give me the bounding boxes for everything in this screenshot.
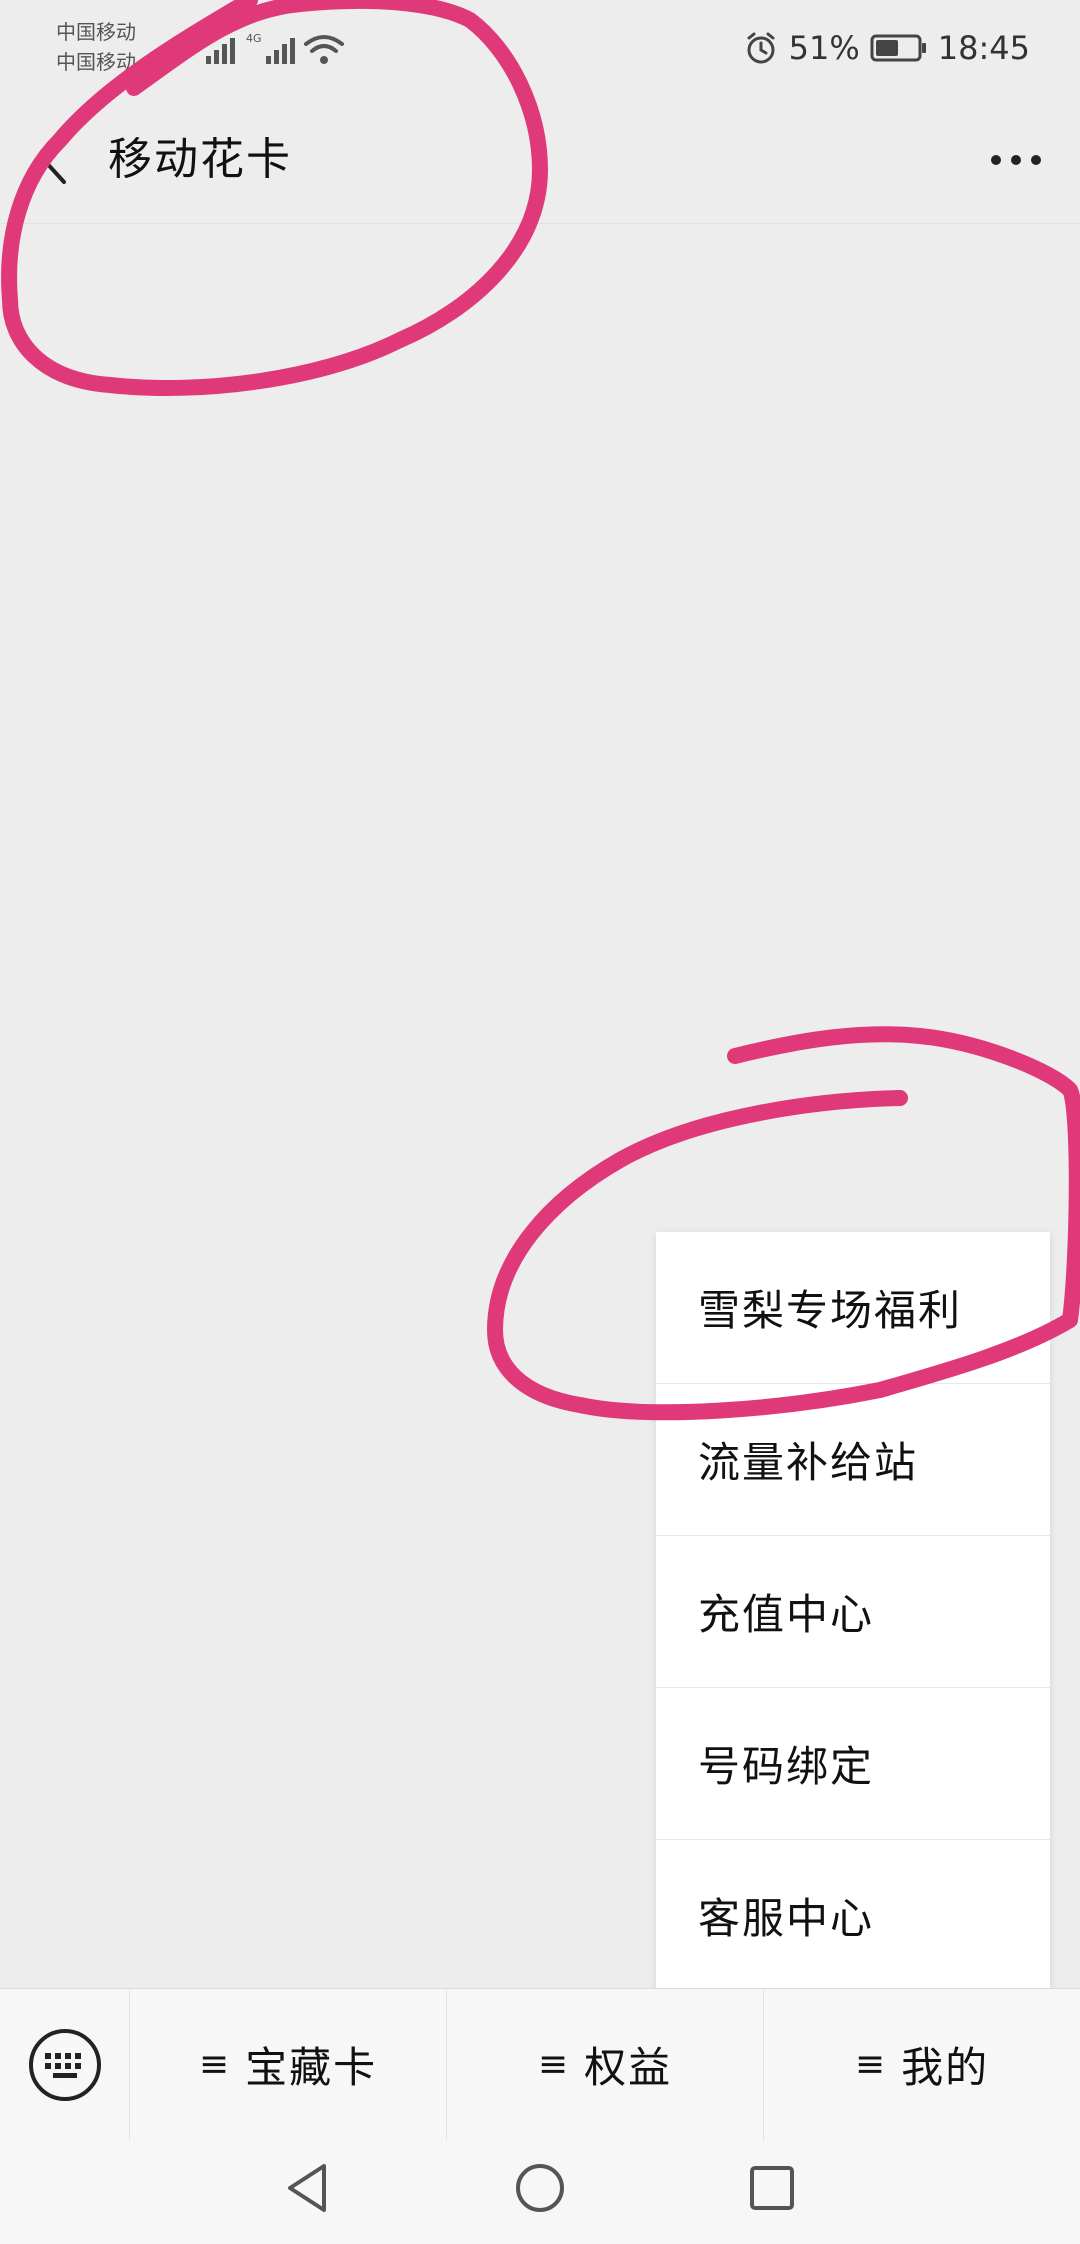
system-nav-bar [0,2140,1080,2244]
keyboard-toggle-button[interactable] [0,1988,130,2141]
square-recent-icon[interactable] [742,2158,802,2218]
svg-text:4G: 4G [246,32,262,45]
more-dots-icon[interactable] [986,140,1046,180]
signal-wifi-icon: 4G [206,32,344,64]
menu-lines-icon: ≡ [537,2044,571,2085]
bottom-menu-label: 宝藏卡 [245,2043,378,2092]
popup-submenu: 雪梨专场福利 流量补给站 充值中心 号码绑定 客服中心 [656,1232,1050,1990]
menu-item-data-supply[interactable]: 流量补给站 [656,1384,1050,1536]
status-right-group: 51% 18:45 [743,26,1030,70]
clock-time: 18:45 [937,29,1030,67]
menu-item-snow-pear-welfare[interactable]: 雪梨专场福利 [656,1232,1050,1384]
alarm-icon [747,32,775,64]
page-header: 移动花卡 [0,96,1080,224]
chevron-left-icon[interactable] [34,130,74,190]
circle-home-icon[interactable] [510,2158,570,2218]
bottom-menu-label: 我的 [901,2043,990,2092]
menu-item-customer-service[interactable]: 客服中心 [656,1840,1050,1990]
menu-item-recharge-center[interactable]: 充值中心 [656,1536,1050,1688]
triangle-back-icon[interactable] [278,2158,338,2218]
bottom-menu-bar: ≡ 宝藏卡 ≡ 权益 ≡ 我的 [0,1988,1080,2141]
bottom-menu-treasure-card[interactable]: ≡ 宝藏卡 [130,1989,446,2141]
bottom-menu-mine[interactable]: ≡ 我的 [763,1988,1080,2141]
bottom-menu-benefits[interactable]: ≡ 权益 [446,1988,763,2141]
bottom-menu-label: 权益 [584,2043,673,2092]
status-bar: 中国移动 中国移动 4G 51% 18:45 [0,0,1080,96]
carrier-label-1: 中国移动 [56,20,136,44]
wechat-official-account-screen: 中国移动 中国移动 4G 51% 18:45 移动花卡 雪梨专场福利 流量补给站… [0,0,1080,2244]
carrier-label-2: 中国移动 [56,50,136,74]
battery-percent: 51% [788,29,860,67]
keyboard-icon [28,2028,101,2101]
battery-icon [870,34,926,62]
menu-lines-icon: ≡ [854,2044,888,2085]
menu-item-number-binding[interactable]: 号码绑定 [656,1688,1050,1840]
page-title: 移动花卡 [108,134,292,185]
menu-lines-icon: ≡ [198,2044,232,2085]
